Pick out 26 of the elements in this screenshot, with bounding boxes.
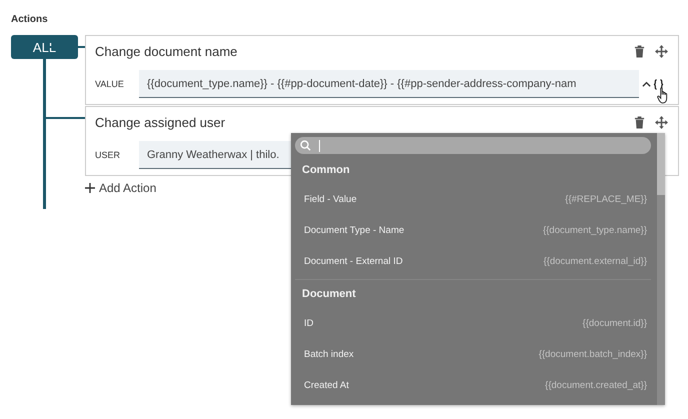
menu-item[interactable]: Field - Value {{#REPLACE_ME}} [295, 184, 651, 215]
field-label: USER [95, 150, 122, 160]
braces-icon[interactable] [653, 78, 664, 90]
field-label: VALUE [95, 79, 125, 89]
section-heading: Common [301, 163, 351, 178]
operator-button[interactable]: ALL [11, 35, 78, 59]
action-title: Change assigned user [95, 114, 226, 130]
move-icon[interactable] [655, 116, 668, 128]
action-title: Change document name [95, 44, 238, 58]
trash-icon[interactable] [634, 116, 645, 128]
menu-item[interactable]: Document Type - Name {{document_type.name}} [295, 215, 651, 246]
section-title: Actions [11, 14, 49, 25]
search-field[interactable] [295, 137, 651, 154]
move-icon[interactable] [655, 44, 668, 58]
menu-item[interactable]: Document - External ID {{document.external_id}} [295, 246, 651, 277]
search-icon [300, 140, 311, 151]
plus-icon [85, 183, 95, 193]
menu-item[interactable]: Created At {{document.created_at}} [295, 370, 651, 401]
menu-item[interactable]: ID {{document.id}} [295, 308, 651, 339]
menu-item[interactable]: Batch index {{document.batch_index}} [295, 339, 651, 370]
trash-icon[interactable] [634, 44, 645, 58]
add-action-button[interactable]: Add Action [85, 177, 156, 195]
input-field[interactable]: {{document_type.name}} - {{#pp-document-date}} - {{#pp-sender-address-company-nam [139, 70, 639, 98]
chevron-up-icon[interactable] [642, 81, 651, 87]
section-heading: Document [295, 279, 651, 308]
scrollbar-thumb[interactable] [657, 133, 665, 195]
